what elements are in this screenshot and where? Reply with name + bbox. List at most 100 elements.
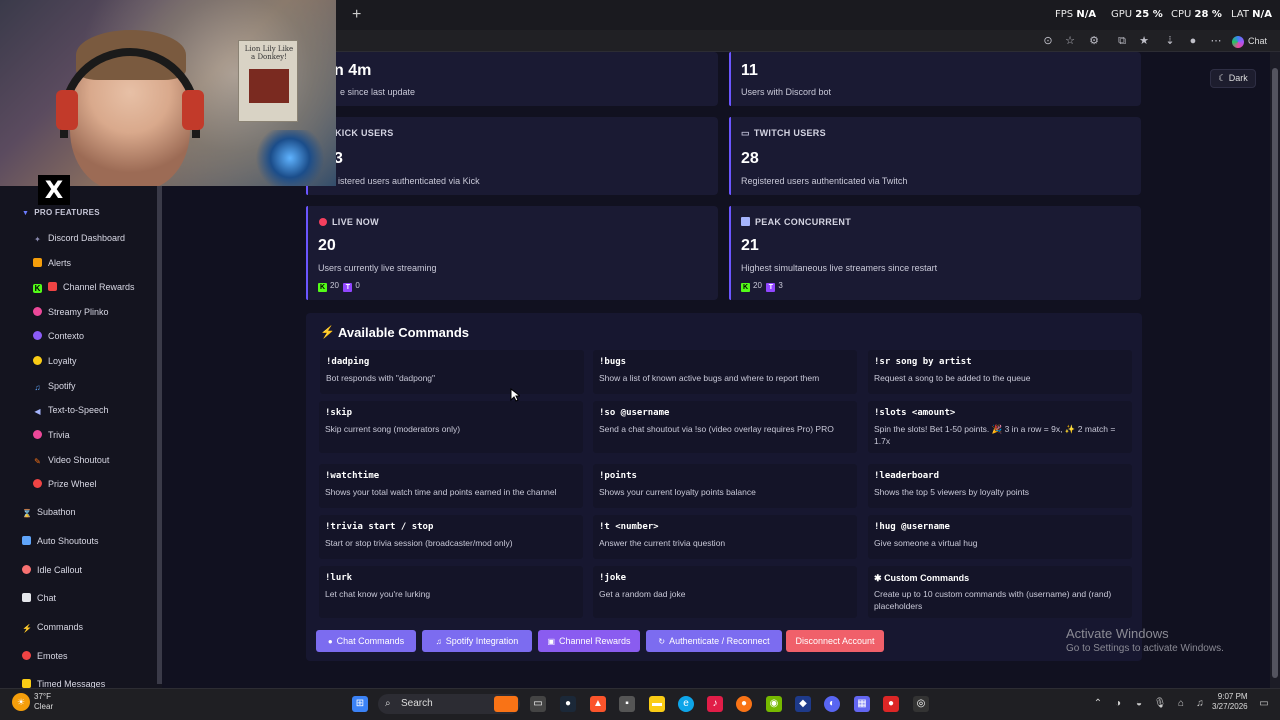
authenticate-reconnect-button[interactable]: ↻ Authenticate / Reconnect <box>646 630 782 652</box>
command-name: !watchtime <box>325 471 380 481</box>
command-desc: Request a song to be added to the queue <box>874 373 1031 383</box>
nvidia-icon[interactable]: ◉ <box>766 696 782 712</box>
sidebar-item-contexto[interactable]: Contexto <box>33 328 84 344</box>
weather-icon[interactable]: ☀ <box>12 693 30 711</box>
favorite-star-icon[interactable]: ☆ <box>1062 33 1078 49</box>
command-name: !trivia start / stop <box>325 522 434 532</box>
notification-icon[interactable]: ▭ <box>1256 696 1272 712</box>
sidebar <box>0 186 162 688</box>
sidebar-item-emotes[interactable]: Emotes <box>22 648 68 664</box>
sidebar-item-text-to-speech[interactable]: ◀ Text-to-Speech <box>33 402 108 418</box>
sidebar-item-prize-wheel[interactable]: Prize Wheel <box>33 476 97 492</box>
app-icon-2[interactable]: ◆ <box>795 696 811 712</box>
stat-label: KICK USERS <box>335 128 394 138</box>
favorites-icon[interactable]: ★ <box>1136 33 1152 49</box>
split-screen-icon[interactable]: ⧉ <box>1114 33 1130 49</box>
emote-icon <box>22 651 31 660</box>
more-menu-icon[interactable]: ⋯ <box>1208 33 1224 49</box>
copilot-chat-button[interactable]: Chat <box>1232 32 1267 50</box>
sidebar-item-commands[interactable]: ⚡ Commands <box>22 619 83 635</box>
tray-chevron-icon[interactable]: ⌃ <box>1090 696 1106 712</box>
reader-icon[interactable]: ⊙ <box>1040 33 1056 49</box>
command-desc: Let chat know you're lurking <box>325 589 431 599</box>
volume-icon[interactable]: ♫ <box>1192 696 1208 712</box>
music-icon: ♫ <box>435 637 442 646</box>
windows-taskbar <box>0 688 1280 720</box>
command-name: !points <box>599 471 637 481</box>
theme-toggle-button[interactable]: ☾ Dark <box>1210 69 1256 88</box>
discord-taskbar-icon[interactable]: ◐ <box>824 696 840 712</box>
command-name: !dadping <box>326 357 370 367</box>
gift-icon: ▣ <box>547 637 555 646</box>
sidebar-item-idle-callout[interactable]: Idle Callout <box>22 562 82 578</box>
download-icon[interactable]: ⇣ <box>1162 33 1178 49</box>
search-highlight-icon <box>494 696 518 712</box>
chat-commands-button[interactable]: ● Chat Commands <box>316 630 416 652</box>
task-view-icon[interactable]: ▭ <box>530 696 546 712</box>
edge-icon[interactable]: e <box>678 696 694 712</box>
file-explorer-icon[interactable]: ▬ <box>649 696 665 712</box>
commands-title: Available Commands <box>338 325 470 340</box>
shoutout-icon <box>22 536 31 545</box>
sidebar-item-video-shoutout[interactable]: ✎ Video Shoutout <box>33 452 109 468</box>
music-icon: ♫ <box>34 383 41 392</box>
disconnect-account-button[interactable]: Disconnect Account <box>786 630 884 652</box>
heart-icon <box>33 356 42 365</box>
sidebar-scrollbar[interactable] <box>157 186 162 684</box>
weather-widget[interactable]: 37°F Clear <box>34 692 53 712</box>
extension-icon[interactable]: ⚙ <box>1086 33 1102 49</box>
recorder-icon[interactable]: ● <box>883 696 899 712</box>
sidebar-item-trivia[interactable]: Trivia <box>33 427 70 443</box>
sidebar-item-discord-dashboard[interactable]: ✦ Discord Dashboard <box>33 230 125 246</box>
pro-features-header[interactable]: ▼ PRO FEATURES <box>22 208 100 217</box>
refresh-icon: ↻ <box>658 637 666 646</box>
sidebar-item-loyalty[interactable]: Loyalty <box>33 353 77 369</box>
app-icon[interactable]: ▪ <box>619 696 635 712</box>
sidebar-item-auto-shoutouts[interactable]: Auto Shoutouts <box>22 533 99 549</box>
windows-start-icon[interactable]: ⊞ <box>352 696 368 712</box>
taskbar-clock[interactable]: 9:07 PM 3/27/2026 <box>1212 692 1248 712</box>
sidebar-item-subathon[interactable]: ⌛ Subathon <box>22 504 76 520</box>
timer-icon <box>22 679 31 688</box>
sidebar-item-channel-rewards[interactable]: K Channel Rewards <box>33 279 135 295</box>
trivia-icon <box>33 430 42 439</box>
chart-icon <box>741 217 750 226</box>
contexto-icon <box>33 331 42 340</box>
command-desc: Start or stop trivia session (broadcaste… <box>325 538 513 548</box>
main-scrollbar[interactable] <box>1270 52 1280 688</box>
command-desc: Shows your total watch time and points e… <box>325 487 557 497</box>
stat-label: LIVE NOW <box>319 217 379 227</box>
command-card: !sr song by artist Request a song to be a… <box>868 350 1132 394</box>
steam-icon[interactable]: ● <box>560 696 576 712</box>
kick-icon: K <box>741 283 750 292</box>
tray-network-app-icon[interactable]: ◒ <box>1131 696 1147 712</box>
microphone-icon[interactable]: 🎙 <box>1152 696 1168 712</box>
wifi-icon[interactable]: ⌂ <box>1173 696 1189 712</box>
command-card: !watchtime Shows your total watch time an… <box>319 464 583 508</box>
tray-app-icon[interactable]: ◑ <box>1110 696 1126 712</box>
command-desc: Spin the slots! Bet 1-50 points. 🎉 3 in … <box>874 424 1116 446</box>
spotify-integration-button[interactable]: ♫ Spotify Integration <box>422 630 532 652</box>
command-desc: Create up to 10 custom commands with (us… <box>874 589 1112 611</box>
obs-icon[interactable]: ◎ <box>913 696 929 712</box>
sidebar-item-streamy-plinko[interactable]: Streamy Plinko <box>33 304 109 320</box>
new-tab-button[interactable]: + <box>352 6 361 24</box>
sidebar-item-alerts[interactable]: Alerts <box>33 255 71 271</box>
stat-card-discord <box>729 52 1141 106</box>
stat-desc: Highest simultaneous live streamers sinc… <box>741 263 938 273</box>
gift-icon <box>48 282 57 291</box>
stat-value: n 4m <box>334 62 372 79</box>
stat-label: ▭ TWITCH USERS <box>741 128 826 138</box>
channel-rewards-button[interactable]: ▣ Channel Rewards <box>538 630 640 652</box>
sidebar-item-spotify[interactable]: ♫ Spotify <box>33 378 76 394</box>
firefox-icon[interactable]: ● <box>736 696 752 712</box>
sidebar-item-chat[interactable]: Chat <box>22 590 56 606</box>
tiktok-icon[interactable]: ♪ <box>707 696 723 712</box>
brave-icon[interactable]: ▲ <box>590 696 606 712</box>
command-card: !points Shows your current loyalty points… <box>593 464 857 508</box>
moon-icon: ☾ <box>1218 73 1227 83</box>
sidebar-item-timed-messages[interactable]: Timed Messages <box>22 676 105 688</box>
profile-avatar-icon[interactable]: ● <box>1185 33 1201 49</box>
apps-grid-icon[interactable]: ▦ <box>854 696 870 712</box>
command-desc: Bot responds with "dadpong" <box>326 373 436 383</box>
